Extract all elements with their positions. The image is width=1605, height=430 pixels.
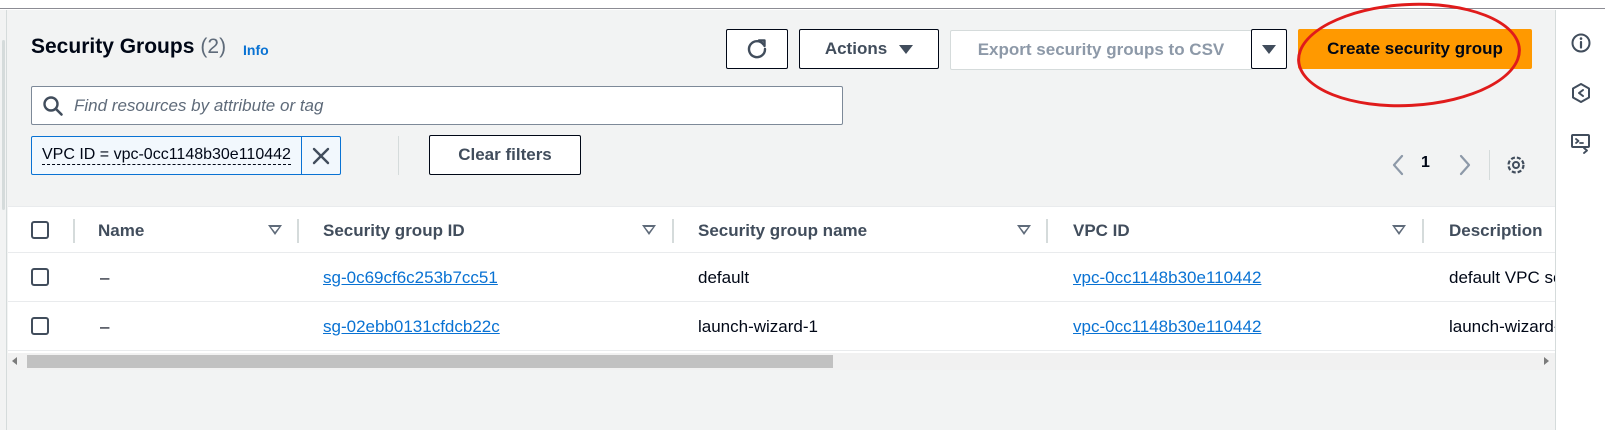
export-label: Export security groups to CSV xyxy=(977,40,1225,59)
column-divider xyxy=(73,219,75,243)
cloudshell-button[interactable] xyxy=(1568,130,1594,156)
cell-description: launch-wizard-1 created xyxy=(1449,316,1555,336)
create-security-group-button[interactable]: Create security group xyxy=(1298,29,1532,69)
vpc-id-link[interactable]: vpc-0cc1148b30e110442 xyxy=(1073,302,1261,351)
info-panel-button[interactable] xyxy=(1568,30,1594,56)
feedback-icon xyxy=(1572,83,1590,103)
pager-divider xyxy=(1489,150,1490,180)
resource-count: (2) xyxy=(200,35,227,58)
sg-id-link[interactable]: sg-02ebb0131cfdcb22c xyxy=(323,302,500,351)
vpc-id-link[interactable]: vpc-0cc1148b30e110442 xyxy=(1073,253,1261,302)
row-checkbox[interactable] xyxy=(31,268,49,286)
info-link[interactable]: Info xyxy=(243,42,269,58)
column-divider[interactable] xyxy=(1046,219,1048,243)
info-icon xyxy=(1571,33,1591,53)
close-icon xyxy=(312,147,330,164)
column-divider[interactable] xyxy=(1422,219,1424,243)
actions-label: Actions xyxy=(824,39,888,58)
table-row[interactable]: – sg-02ebb0131cfdcb22c launch-wizard-1 v… xyxy=(8,302,1555,351)
column-header-sg-id[interactable]: Security group ID xyxy=(323,207,465,254)
cell-sg-name: launch-wizard-1 xyxy=(698,316,818,336)
search-bar[interactable] xyxy=(31,86,843,125)
column-divider[interactable] xyxy=(672,219,674,243)
table-row[interactable]: – sg-0c69cf6c253b7cc51 default vpc-0cc11… xyxy=(8,253,1555,302)
refresh-icon xyxy=(747,39,767,59)
chevron-right-icon xyxy=(1459,154,1471,176)
chevron-left-icon xyxy=(1392,154,1404,176)
filter-token: VPC ID = vpc-0cc1148b30e110442 xyxy=(31,136,341,175)
table-header: Name Security group ID Security group na… xyxy=(8,206,1555,253)
gear-icon xyxy=(1507,156,1525,174)
sort-icon[interactable] xyxy=(642,225,656,235)
search-icon xyxy=(43,95,63,116)
caret-down-icon xyxy=(899,44,914,54)
actions-button[interactable]: Actions xyxy=(799,29,939,69)
next-page-button[interactable] xyxy=(1455,151,1475,179)
export-csv-button[interactable]: Export security groups to CSV xyxy=(950,30,1252,70)
feedback-panel-button[interactable] xyxy=(1568,80,1594,106)
column-header-description[interactable]: Description xyxy=(1449,207,1543,254)
row-checkbox[interactable] xyxy=(31,317,49,335)
filter-divider xyxy=(398,136,399,175)
cell-name: – xyxy=(100,316,110,336)
select-all-checkbox[interactable] xyxy=(31,221,49,239)
clear-filters-label: Clear filters xyxy=(458,145,552,164)
sort-icon[interactable] xyxy=(268,225,282,235)
left-grip[interactable] xyxy=(2,40,5,210)
right-tools-rail xyxy=(1555,10,1605,430)
refresh-button[interactable] xyxy=(726,29,788,69)
search-input[interactable] xyxy=(74,95,814,116)
scroll-left-icon[interactable] xyxy=(12,357,17,365)
scroll-right-icon[interactable] xyxy=(1544,357,1549,365)
filter-token-label[interactable]: VPC ID = vpc-0cc1148b30e110442 xyxy=(32,137,302,174)
sg-id-link[interactable]: sg-0c69cf6c253b7cc51 xyxy=(323,253,498,302)
horizontal-scrollbar[interactable] xyxy=(8,353,1555,370)
clear-filters-button[interactable]: Clear filters xyxy=(429,135,581,175)
column-header-vpc-id[interactable]: VPC ID xyxy=(1073,207,1130,254)
current-page[interactable]: 1 xyxy=(1421,154,1430,172)
column-header-name[interactable]: Name xyxy=(98,207,144,254)
column-header-sg-name[interactable]: Security group name xyxy=(698,207,867,254)
page-title: Security Groups (2) xyxy=(31,35,226,59)
create-label: Create security group xyxy=(1327,39,1503,58)
cell-sg-name: default xyxy=(698,267,750,287)
column-divider[interactable] xyxy=(297,219,299,243)
sort-icon[interactable] xyxy=(1392,225,1406,235)
top-border xyxy=(0,0,1605,9)
scrollbar-thumb[interactable] xyxy=(27,355,833,368)
cell-description: default VPC security group xyxy=(1449,267,1555,287)
remove-filter-button[interactable] xyxy=(302,137,340,174)
table-settings-button[interactable] xyxy=(1503,152,1529,178)
previous-page-button[interactable] xyxy=(1388,151,1408,179)
filter-token-text: VPC ID = vpc-0cc1148b30e110442 xyxy=(42,146,291,165)
sort-icon[interactable] xyxy=(1017,225,1031,235)
page-title-text: Security Groups xyxy=(31,35,195,58)
caret-down-icon xyxy=(1262,44,1276,54)
export-dropdown-button[interactable] xyxy=(1251,29,1287,69)
cell-name: – xyxy=(100,267,110,287)
security-groups-table: Name Security group ID Security group na… xyxy=(8,206,1555,353)
left-scroll-edge xyxy=(0,10,7,430)
cloudshell-icon xyxy=(1571,134,1590,154)
